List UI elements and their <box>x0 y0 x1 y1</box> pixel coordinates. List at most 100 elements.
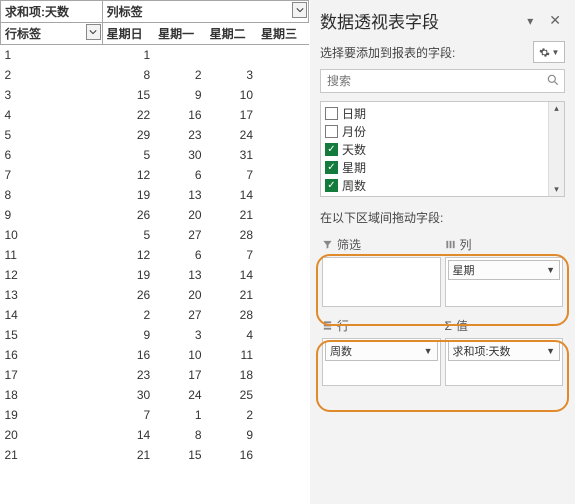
chevron-down-icon[interactable]: ▾ <box>521 14 539 28</box>
row-label[interactable]: 7 <box>1 165 103 185</box>
row-label[interactable]: 17 <box>1 365 103 385</box>
row-label[interactable]: 4 <box>1 105 103 125</box>
cell[interactable]: 12 <box>102 165 154 185</box>
col-header[interactable]: 星期三 <box>257 23 308 45</box>
chevron-down-icon[interactable]: ▼ <box>546 346 555 356</box>
cell[interactable]: 12 <box>102 245 154 265</box>
cell[interactable]: 7 <box>206 165 257 185</box>
row-label[interactable]: 1 <box>1 45 103 65</box>
cell[interactable]: 1 <box>154 405 205 425</box>
cell[interactable]: 20 <box>154 285 205 305</box>
cell[interactable]: 10 <box>206 85 257 105</box>
cell[interactable]: 21 <box>102 445 154 465</box>
cell[interactable]: 2 <box>154 65 205 85</box>
cell[interactable]: 15 <box>102 85 154 105</box>
field-item[interactable]: 日期 <box>321 104 564 122</box>
cell[interactable]: 5 <box>102 145 154 165</box>
col-header[interactable]: 星期日 <box>102 23 154 45</box>
cell[interactable]: 22 <box>102 105 154 125</box>
col-header[interactable]: 星期一 <box>154 23 205 45</box>
cell[interactable]: 7 <box>102 405 154 425</box>
cell[interactable] <box>154 45 205 65</box>
cell[interactable] <box>206 45 257 65</box>
checkbox[interactable] <box>325 125 338 138</box>
table-row[interactable]: 15934 <box>1 325 309 345</box>
cell[interactable] <box>257 425 308 445</box>
cell[interactable] <box>257 145 308 165</box>
cell[interactable]: 9 <box>206 425 257 445</box>
row-label[interactable]: 21 <box>1 445 103 465</box>
row-label[interactable]: 5 <box>1 125 103 145</box>
cell[interactable]: 31 <box>206 145 257 165</box>
cell[interactable]: 25 <box>206 385 257 405</box>
checkbox[interactable] <box>325 107 338 120</box>
table-row[interactable]: 21211516 <box>1 445 309 465</box>
cell[interactable]: 8 <box>102 65 154 85</box>
row-dropdown-icon[interactable] <box>86 24 101 40</box>
cell[interactable] <box>257 165 308 185</box>
cell[interactable]: 26 <box>102 285 154 305</box>
row-label[interactable]: 18 <box>1 385 103 405</box>
cell[interactable]: 14 <box>206 185 257 205</box>
cell[interactable]: 9 <box>102 325 154 345</box>
table-row[interactable]: 16161011 <box>1 345 309 365</box>
row-label[interactable]: 16 <box>1 345 103 365</box>
cell[interactable]: 24 <box>206 125 257 145</box>
scrollbar[interactable]: ▴ ▾ <box>548 102 564 196</box>
cell[interactable]: 6 <box>154 245 205 265</box>
cell[interactable]: 16 <box>102 345 154 365</box>
table-row[interactable]: 653031 <box>1 145 309 165</box>
row-label[interactable]: 12 <box>1 265 103 285</box>
scroll-down-icon[interactable]: ▾ <box>553 183 560 196</box>
table-row[interactable]: 1422728 <box>1 305 309 325</box>
cell[interactable]: 5 <box>102 225 154 245</box>
cell[interactable]: 20 <box>154 205 205 225</box>
row-label[interactable]: 20 <box>1 425 103 445</box>
cell[interactable]: 24 <box>154 385 205 405</box>
table-row[interactable]: 71267 <box>1 165 309 185</box>
row-labels-header[interactable]: 行标签 <box>1 23 103 45</box>
cell[interactable]: 18 <box>206 365 257 385</box>
cell[interactable] <box>257 185 308 205</box>
cell[interactable] <box>257 445 308 465</box>
filter-drop-area[interactable] <box>322 257 441 307</box>
row-label[interactable]: 15 <box>1 325 103 345</box>
table-row[interactable]: 8191314 <box>1 185 309 205</box>
cell[interactable]: 4 <box>206 325 257 345</box>
table-row[interactable]: 19712 <box>1 405 309 425</box>
cell[interactable]: 17 <box>206 105 257 125</box>
cell[interactable] <box>257 365 308 385</box>
cell[interactable] <box>257 285 308 305</box>
row-label[interactable]: 9 <box>1 205 103 225</box>
cell[interactable] <box>257 125 308 145</box>
table-row[interactable]: 17231718 <box>1 365 309 385</box>
cell[interactable] <box>257 385 308 405</box>
cell[interactable]: 3 <box>206 65 257 85</box>
cell[interactable]: 23 <box>102 365 154 385</box>
checkbox[interactable]: ✓ <box>325 161 338 174</box>
cell[interactable] <box>257 225 308 245</box>
row-label[interactable]: 10 <box>1 225 103 245</box>
area-field-item[interactable]: 星期▼ <box>448 260 561 280</box>
col-header[interactable]: 星期二 <box>206 23 257 45</box>
cell[interactable]: 14 <box>102 425 154 445</box>
row-label[interactable]: 8 <box>1 185 103 205</box>
cell[interactable] <box>257 305 308 325</box>
cell[interactable]: 1 <box>102 45 154 65</box>
scroll-up-icon[interactable]: ▴ <box>553 102 560 115</box>
cell[interactable]: 2 <box>206 405 257 425</box>
layout-options-button[interactable]: ▼ <box>533 41 565 63</box>
available-fields-list[interactable]: 日期月份✓天数✓星期✓周数 ▴ ▾ <box>320 101 565 197</box>
cell[interactable]: 13 <box>154 265 205 285</box>
cell[interactable]: 9 <box>154 85 205 105</box>
row-label[interactable]: 13 <box>1 285 103 305</box>
cell[interactable]: 26 <box>102 205 154 225</box>
field-item[interactable]: ✓天数 <box>321 140 564 158</box>
cell[interactable]: 2 <box>102 305 154 325</box>
cell[interactable]: 7 <box>206 245 257 265</box>
chevron-down-icon[interactable]: ▼ <box>424 346 433 356</box>
values-drop-area[interactable]: 求和项:天数▼ <box>445 338 564 386</box>
cell[interactable]: 28 <box>206 305 257 325</box>
cell[interactable] <box>257 325 308 345</box>
table-row[interactable]: 9262021 <box>1 205 309 225</box>
